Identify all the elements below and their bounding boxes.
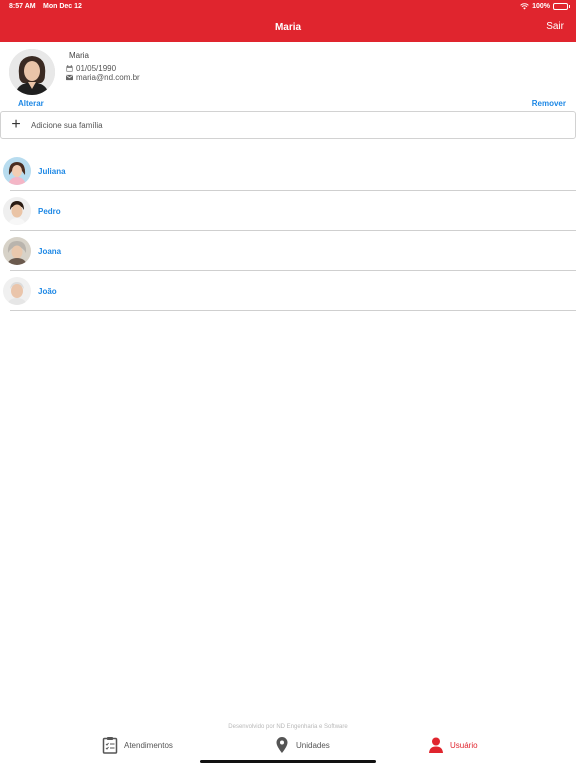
remove-profile-button[interactable]: Remover [532, 99, 566, 108]
status-bar: 8:57 AM Mon Dec 12 100% [9, 3, 570, 13]
list-item[interactable]: Joana [0, 231, 576, 271]
home-indicator[interactable] [200, 760, 376, 763]
user-profile: Maria 01/05/1990 maria@nd.com.br Alterar… [0, 42, 576, 112]
battery-icon [553, 3, 570, 10]
edit-profile-button[interactable]: Alterar [18, 99, 44, 108]
profile-email: maria@nd.com.br [76, 73, 140, 82]
map-pin-icon [276, 737, 288, 753]
tab-bar: Atendimentos Unidades Usuário [0, 734, 576, 758]
avatar [3, 237, 31, 265]
tab-label: Atendimentos [124, 740, 173, 750]
profile-name: Maria [69, 51, 90, 60]
avatar [3, 197, 31, 225]
email-row: maria@nd.com.br [66, 73, 140, 82]
clipboard-icon [102, 737, 118, 754]
add-family-button[interactable]: + Adicione sua família [0, 111, 576, 139]
calendar-icon [66, 65, 73, 72]
avatar [3, 277, 31, 305]
avatar [9, 49, 55, 95]
developer-credit: Desenvolvido por ND Engenharia e Softwar… [228, 724, 348, 730]
member-name: Juliana [38, 167, 66, 176]
page-title: Maria [274, 22, 302, 33]
member-name: João [38, 287, 57, 296]
logout-button[interactable]: Sair [546, 21, 564, 32]
birthdate-row: 01/05/1990 [66, 64, 116, 73]
status-time: 8:57 AM [9, 3, 36, 10]
list-item[interactable]: João [0, 271, 576, 311]
list-item[interactable]: Juliana [0, 151, 576, 191]
wifi-icon [520, 3, 529, 10]
tab-usuario[interactable]: Usuário [428, 736, 478, 754]
family-list: Juliana Pedro Joana João [0, 151, 576, 311]
envelope-icon [66, 74, 73, 81]
member-name: Pedro [38, 207, 61, 216]
plus-icon: + [11, 116, 21, 133]
tab-unidades[interactable]: Unidades [274, 736, 330, 754]
profile-birthdate: 01/05/1990 [76, 64, 117, 73]
status-indicators: 100% [520, 3, 570, 10]
tab-atendimentos[interactable]: Atendimentos [102, 736, 173, 754]
list-item[interactable]: Pedro [0, 191, 576, 231]
avatar [3, 157, 31, 185]
member-name: Joana [38, 247, 62, 256]
status-date: Mon Dec 12 [43, 3, 82, 10]
tab-label: Usuário [450, 740, 478, 750]
tab-label: Unidades [296, 740, 330, 750]
add-family-label: Adicione sua família [31, 120, 103, 130]
divider [10, 310, 576, 311]
battery-percentage: 100% [532, 3, 550, 10]
navigation-bar: 8:57 AM Mon Dec 12 100% Maria Sair [0, 0, 576, 42]
user-icon [429, 737, 443, 753]
